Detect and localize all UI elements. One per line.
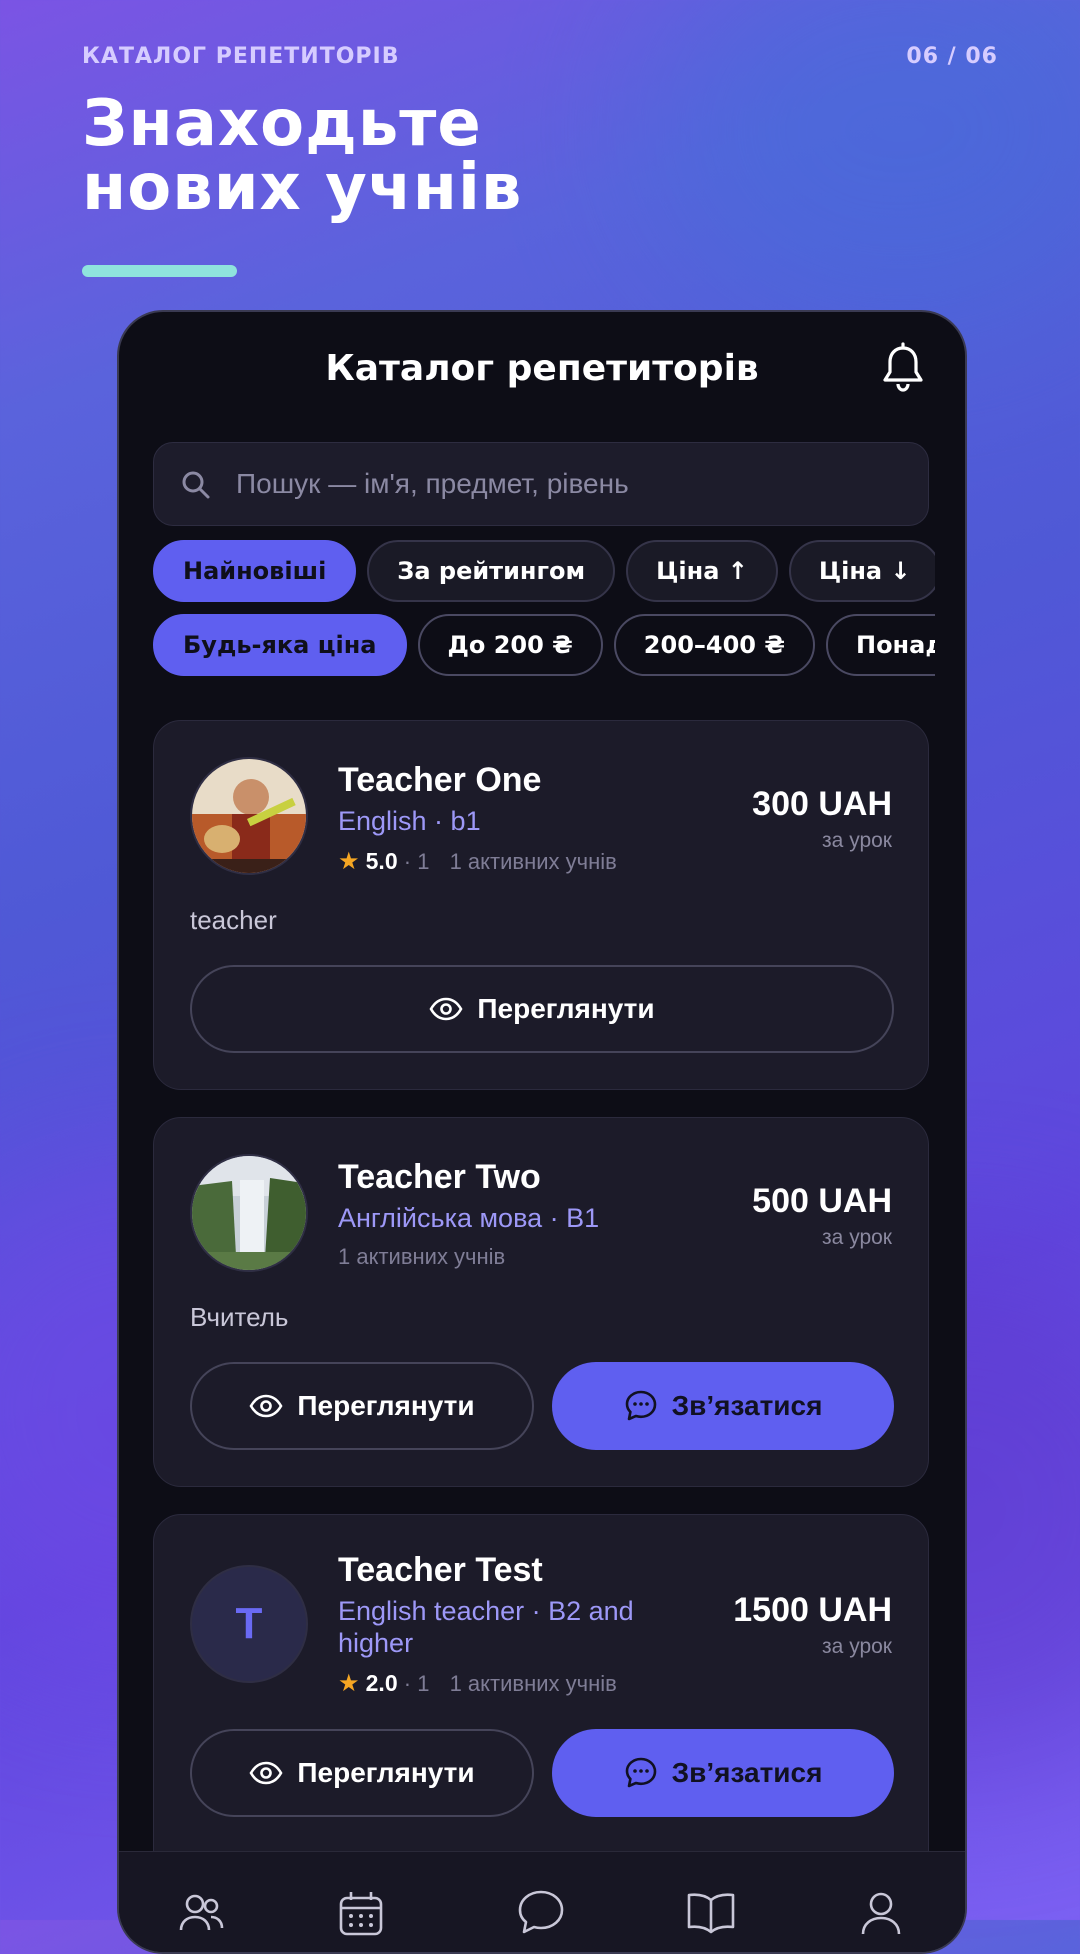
view-button[interactable]: Переглянути: [190, 965, 894, 1053]
teacher-students: 1 активних учнів: [449, 849, 617, 874]
chip-price-asc[interactable]: Ціна ↑: [626, 540, 778, 602]
teacher-bio: teacher: [190, 905, 277, 935]
star-icon: ★: [338, 848, 360, 875]
contact-button[interactable]: Зв’язатися: [552, 1362, 894, 1450]
chip-newest[interactable]: Найновіші: [153, 540, 357, 602]
chip-by-rating[interactable]: За рейтингом: [367, 540, 616, 602]
price-chips: Будь-яка цінаДо 200 ₴200–400 ₴Понад: [153, 614, 935, 678]
search-icon: [182, 471, 210, 499]
chip-over[interactable]: Понад: [825, 614, 935, 676]
bottom-nav: [119, 1851, 965, 1952]
teacher-price: 300 UAH: [752, 785, 892, 823]
users-icon[interactable]: [173, 1886, 229, 1942]
chat-bubble-icon: [625, 1757, 656, 1788]
promo-headline: Знаходьте нових учнів: [82, 92, 522, 220]
teacher-card: T Teacher Test English teacher · B2 and …: [153, 1514, 929, 1894]
book-icon[interactable]: [683, 1886, 739, 1942]
price-unit: за урок: [822, 1635, 892, 1658]
eye-icon: [429, 997, 463, 1021]
sort-chips: Найновіші За рейтингом Ціна ↑ Ціна ↓: [153, 540, 935, 604]
chat-icon[interactable]: [513, 1886, 569, 1942]
view-button[interactable]: Переглянути: [190, 1362, 534, 1450]
price-unit: за урок: [822, 829, 892, 852]
headline-accent-bar: [82, 265, 237, 277]
teacher-reviews: 1: [417, 1671, 430, 1696]
contact-button[interactable]: Зв’язатися: [552, 1729, 894, 1817]
avatar: T: [190, 1565, 308, 1683]
teacher-reviews: 1: [417, 849, 430, 874]
avatar: [190, 1154, 308, 1272]
view-button[interactable]: Переглянути: [190, 1729, 534, 1817]
chip-price-desc[interactable]: Ціна ↓: [788, 540, 935, 602]
teacher-subject: Англійська мова · B1: [338, 1203, 600, 1233]
teacher-card: Teacher One English · b1 ★ 5.0 · 1 1 акт…: [153, 720, 929, 1090]
teacher-subject: English teacher · B2 and higher: [338, 1596, 634, 1658]
chip-any-price[interactable]: Будь-яка ціна: [153, 614, 407, 676]
teacher-name: Teacher Two: [338, 1158, 541, 1196]
app-title: Каталог репетиторів: [325, 348, 759, 389]
star-icon: ★: [338, 1670, 360, 1697]
phone-frame: Каталог репетиторів НайновішіЗа рейтинго…: [117, 310, 967, 1954]
eye-icon: [249, 1394, 283, 1418]
teacher-meta: ★ 5.0 · 1 1 активних учнів: [338, 848, 617, 875]
chip-200-400[interactable]: 200–400 ₴: [613, 614, 815, 676]
teacher-card: Teacher Two Англійська мова · B1 1 актив…: [153, 1117, 929, 1487]
price-unit: за урок: [822, 1226, 892, 1249]
page-counter: 06 / 06: [906, 44, 998, 69]
bell-icon[interactable]: [879, 342, 927, 396]
teacher-subject: English · b1: [338, 806, 481, 836]
teacher-name: Teacher Test: [338, 1551, 543, 1589]
teacher-meta: ★ 2.0 · 1 1 активних учнів: [338, 1670, 617, 1697]
profile-icon[interactable]: [853, 1886, 909, 1942]
teacher-name: Teacher One: [338, 761, 542, 799]
chat-bubble-icon: [625, 1390, 656, 1421]
teacher-bio: Вчитель: [190, 1302, 289, 1332]
contact-button-label: Зв’язатися: [671, 1390, 823, 1421]
view-button-label: Переглянути: [477, 993, 655, 1024]
promo-kicker: КАТАЛОГ РЕПЕТИТОРІВ: [82, 44, 400, 69]
avatar-photo: [192, 759, 306, 873]
search-bar[interactable]: [153, 442, 929, 526]
avatar-photo: [192, 1156, 306, 1270]
headline-line-2: нових учнів: [82, 151, 523, 225]
calendar-icon[interactable]: [333, 1886, 389, 1942]
headline-line-1: Знаходьте: [82, 87, 482, 161]
teacher-students: 1 активних учнів: [449, 1671, 617, 1696]
view-button-label: Переглянути: [297, 1757, 475, 1788]
avatar: [190, 757, 308, 875]
teacher-rating: 2.0: [365, 1670, 398, 1696]
view-button-label: Переглянути: [297, 1390, 475, 1421]
teacher-price: 1500 UAH: [733, 1591, 892, 1629]
chip-under-200[interactable]: До 200 ₴: [417, 614, 603, 676]
search-input[interactable]: [234, 443, 898, 525]
teacher-students: 1 активних учнів: [338, 1244, 506, 1269]
contact-button-label: Зв’язатися: [671, 1757, 823, 1788]
teacher-rating: 5.0: [365, 848, 398, 874]
teacher-price: 500 UAH: [752, 1182, 892, 1220]
eye-icon: [249, 1761, 283, 1785]
